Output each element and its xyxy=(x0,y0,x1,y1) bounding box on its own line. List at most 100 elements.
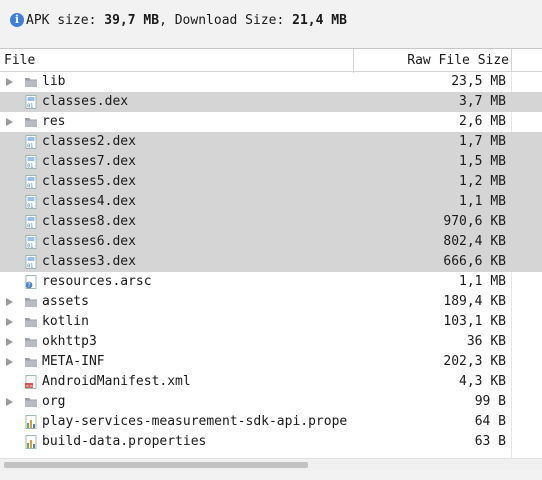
folder-icon xyxy=(24,355,38,369)
file-name: assets xyxy=(42,294,89,309)
file-size: 1,2 MB xyxy=(459,174,506,189)
dex-file-icon: 01 xyxy=(24,175,38,190)
table-row[interactable]: 01 classes5.dex 1,2 MB xyxy=(0,172,542,192)
file-name: classes6.dex xyxy=(42,234,136,249)
table-row[interactable]: okhttp3 36 KB xyxy=(0,332,542,352)
table-row[interactable]: res 2,6 MB xyxy=(0,112,542,132)
file-size: 1,1 MB xyxy=(459,194,506,209)
dex-file-icon: 01 xyxy=(24,135,38,150)
table-row[interactable]: kotlin 103,1 KB xyxy=(0,312,542,332)
table-row[interactable]: lib 23,5 MB xyxy=(0,72,542,92)
file-size: 1,1 MB xyxy=(459,274,506,289)
table-row[interactable]: 01 classes7.dex 1,5 MB xyxy=(0,152,542,172)
expand-arrow-icon[interactable] xyxy=(6,78,13,86)
dex-file-icon: 01 xyxy=(24,235,38,250)
file-size: 666,6 KB xyxy=(443,254,506,269)
svg-text:01: 01 xyxy=(27,184,33,190)
svg-text:01: 01 xyxy=(27,144,33,150)
column-header-raw-size[interactable]: Raw File Size xyxy=(407,53,509,68)
column-divider[interactable] xyxy=(353,49,354,73)
properties-file-icon xyxy=(24,415,38,429)
file-name: kotlin xyxy=(42,314,89,329)
table-row[interactable]: build-data.properties 63 B xyxy=(0,432,542,452)
folder-icon xyxy=(24,75,38,89)
cut-off-title xyxy=(0,0,542,6)
folder-icon xyxy=(24,335,38,349)
file-name: META-INF xyxy=(42,354,105,369)
apk-file-table: File Raw File Size lib 23,5 MB 01 classes.d… xyxy=(0,48,542,480)
file-size: 202,3 KB xyxy=(443,354,506,369)
expand-arrow-icon[interactable] xyxy=(6,118,13,126)
properties-file-icon xyxy=(24,435,38,449)
info-icon: i xyxy=(10,13,24,27)
dex-file-icon: 01 xyxy=(24,255,38,270)
file-size: 970,6 KB xyxy=(443,214,506,229)
download-size-label: , Download Size: xyxy=(159,12,293,28)
svg-text:01: 01 xyxy=(27,244,33,250)
svg-text:01: 01 xyxy=(27,264,33,270)
file-size: 3,7 MB xyxy=(459,94,506,109)
status-strip xyxy=(0,470,542,480)
svg-text:01: 01 xyxy=(27,164,33,170)
table-row[interactable]: org 99 B xyxy=(0,392,542,412)
file-name: classes2.dex xyxy=(42,134,136,149)
resource-file-icon: ? xyxy=(24,275,38,289)
dex-file-icon: 01 xyxy=(24,215,38,230)
expand-arrow-icon[interactable] xyxy=(6,398,13,406)
file-name: classes8.dex xyxy=(42,214,136,229)
table-row[interactable]: 01 classes6.dex 802,4 KB xyxy=(0,232,542,252)
table-row[interactable]: 01 classes.dex 3,7 MB xyxy=(0,92,542,112)
folder-icon xyxy=(24,295,38,309)
svg-text:?: ? xyxy=(27,282,30,289)
file-size: 63 B xyxy=(474,434,506,449)
file-size: 103,1 KB xyxy=(443,314,506,329)
expand-arrow-icon[interactable] xyxy=(6,358,13,366)
file-size: 189,4 KB xyxy=(443,294,506,309)
file-name: play-services-measurement-sdk-api.prope xyxy=(42,414,348,429)
file-name: lib xyxy=(42,74,66,89)
table-row[interactable]: <> AndroidManifest.xml 4,3 KB xyxy=(0,372,542,392)
expand-arrow-icon[interactable] xyxy=(6,338,13,346)
expand-arrow-icon[interactable] xyxy=(6,318,13,326)
dex-file-icon: 01 xyxy=(24,155,38,170)
file-size: 99 B xyxy=(474,394,506,409)
file-name: resources.arsc xyxy=(42,274,152,289)
file-name: okhttp3 xyxy=(42,334,97,349)
table-row[interactable]: assets 189,4 KB xyxy=(0,292,542,312)
svg-text:<>: <> xyxy=(26,383,34,389)
svg-text:01: 01 xyxy=(27,204,33,210)
file-name: classes5.dex xyxy=(42,174,136,189)
table-row[interactable]: 01 classes2.dex 1,7 MB xyxy=(0,132,542,152)
table-header: File Raw File Size xyxy=(0,48,542,73)
file-size: 23,5 MB xyxy=(451,74,506,89)
scrollbar-thumb[interactable] xyxy=(4,462,308,468)
folder-icon xyxy=(24,315,38,329)
table-row[interactable]: play-services-measurement-sdk-api.prope 6… xyxy=(0,412,542,432)
file-name: AndroidManifest.xml xyxy=(42,374,191,389)
xml-file-icon: <> xyxy=(24,375,38,389)
table-row[interactable]: 01 classes3.dex 666,6 KB xyxy=(0,252,542,272)
table-row[interactable]: META-INF 202,3 KB xyxy=(0,352,542,372)
column-header-file[interactable]: File xyxy=(4,53,35,68)
table-body: lib 23,5 MB 01 classes.dex 3,7 MB res 2,6 MB 01… xyxy=(0,72,542,452)
table-row[interactable]: 01 classes4.dex 1,1 MB xyxy=(0,192,542,212)
file-size: 4,3 KB xyxy=(459,374,506,389)
table-row[interactable]: 01 classes8.dex 970,6 KB xyxy=(0,212,542,232)
dex-file-icon: 01 xyxy=(24,95,38,110)
file-size: 2,6 MB xyxy=(459,114,506,129)
file-name: classes7.dex xyxy=(42,154,136,169)
column-divider[interactable] xyxy=(511,49,512,73)
apk-summary: i APK size: 39,7 MB , Download Size: 21,… xyxy=(10,10,347,30)
folder-icon xyxy=(24,115,38,129)
file-name: build-data.properties xyxy=(42,434,207,449)
file-name: classes.dex xyxy=(42,94,129,109)
folder-icon xyxy=(24,395,38,409)
file-size: 1,7 MB xyxy=(459,134,506,149)
dex-file-icon: 01 xyxy=(24,195,38,210)
svg-text:01: 01 xyxy=(27,224,33,230)
table-row[interactable]: ? resources.arsc 1,1 MB xyxy=(0,272,542,292)
file-size: 36 KB xyxy=(466,334,506,349)
expand-arrow-icon[interactable] xyxy=(6,298,13,306)
file-size: 802,4 KB xyxy=(443,234,506,249)
file-name: org xyxy=(42,394,66,409)
